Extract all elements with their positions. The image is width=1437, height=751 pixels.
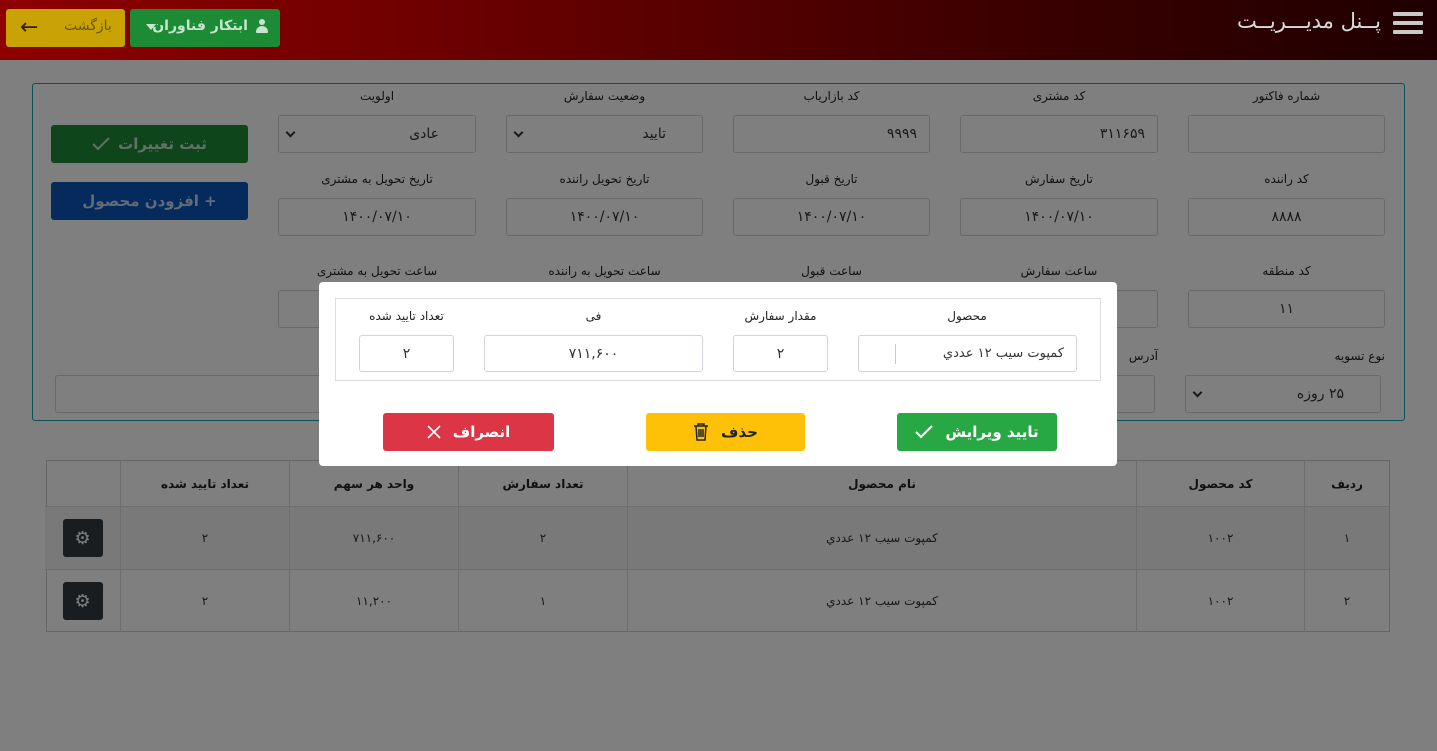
brand-title: پــنل مديـــريــت bbox=[1237, 9, 1381, 33]
product-label: محصول bbox=[947, 309, 987, 323]
user-menu-button[interactable]: ابتکار فناوران bbox=[130, 9, 280, 47]
fee-input[interactable]: ۷۱۱,۶۰۰ bbox=[484, 335, 703, 372]
arrow-left-icon: ← bbox=[20, 15, 39, 40]
approved-count-label: تعداد تایید شده bbox=[369, 309, 444, 323]
back-label: بازگشت bbox=[64, 18, 112, 34]
check-icon bbox=[915, 425, 934, 439]
confirm-edit-label: تایید ویرایش bbox=[945, 423, 1039, 441]
trash-icon bbox=[694, 423, 709, 441]
cancel-button[interactable]: انصراف bbox=[383, 413, 554, 451]
product-select[interactable]: کمپوت سیب ۱۲ عددي bbox=[858, 335, 1077, 372]
select-divider bbox=[895, 344, 896, 364]
user-name: ابتکار فناوران bbox=[152, 18, 248, 34]
close-icon bbox=[427, 425, 441, 439]
order-amount-input[interactable]: ۲ bbox=[733, 335, 828, 372]
confirm-edit-button[interactable]: تایید ویرایش bbox=[897, 413, 1057, 451]
delete-button[interactable]: حذف bbox=[646, 413, 805, 451]
product-value: کمپوت سیب ۱۲ عددي bbox=[942, 346, 1064, 361]
delete-label: حذف bbox=[721, 423, 758, 441]
menu-icon[interactable] bbox=[1393, 12, 1423, 34]
order-amount-label: مقدار سفارش bbox=[744, 309, 817, 323]
user-icon bbox=[256, 19, 268, 33]
approved-count-input[interactable]: ۲ bbox=[359, 335, 454, 372]
cancel-label: انصراف bbox=[452, 423, 511, 441]
fee-label: فی bbox=[585, 309, 602, 323]
back-button[interactable]: ← بازگشت bbox=[6, 9, 125, 47]
edit-product-modal: محصول مقدار سفارش فی تعداد تایید شده کمپ… bbox=[319, 282, 1117, 466]
